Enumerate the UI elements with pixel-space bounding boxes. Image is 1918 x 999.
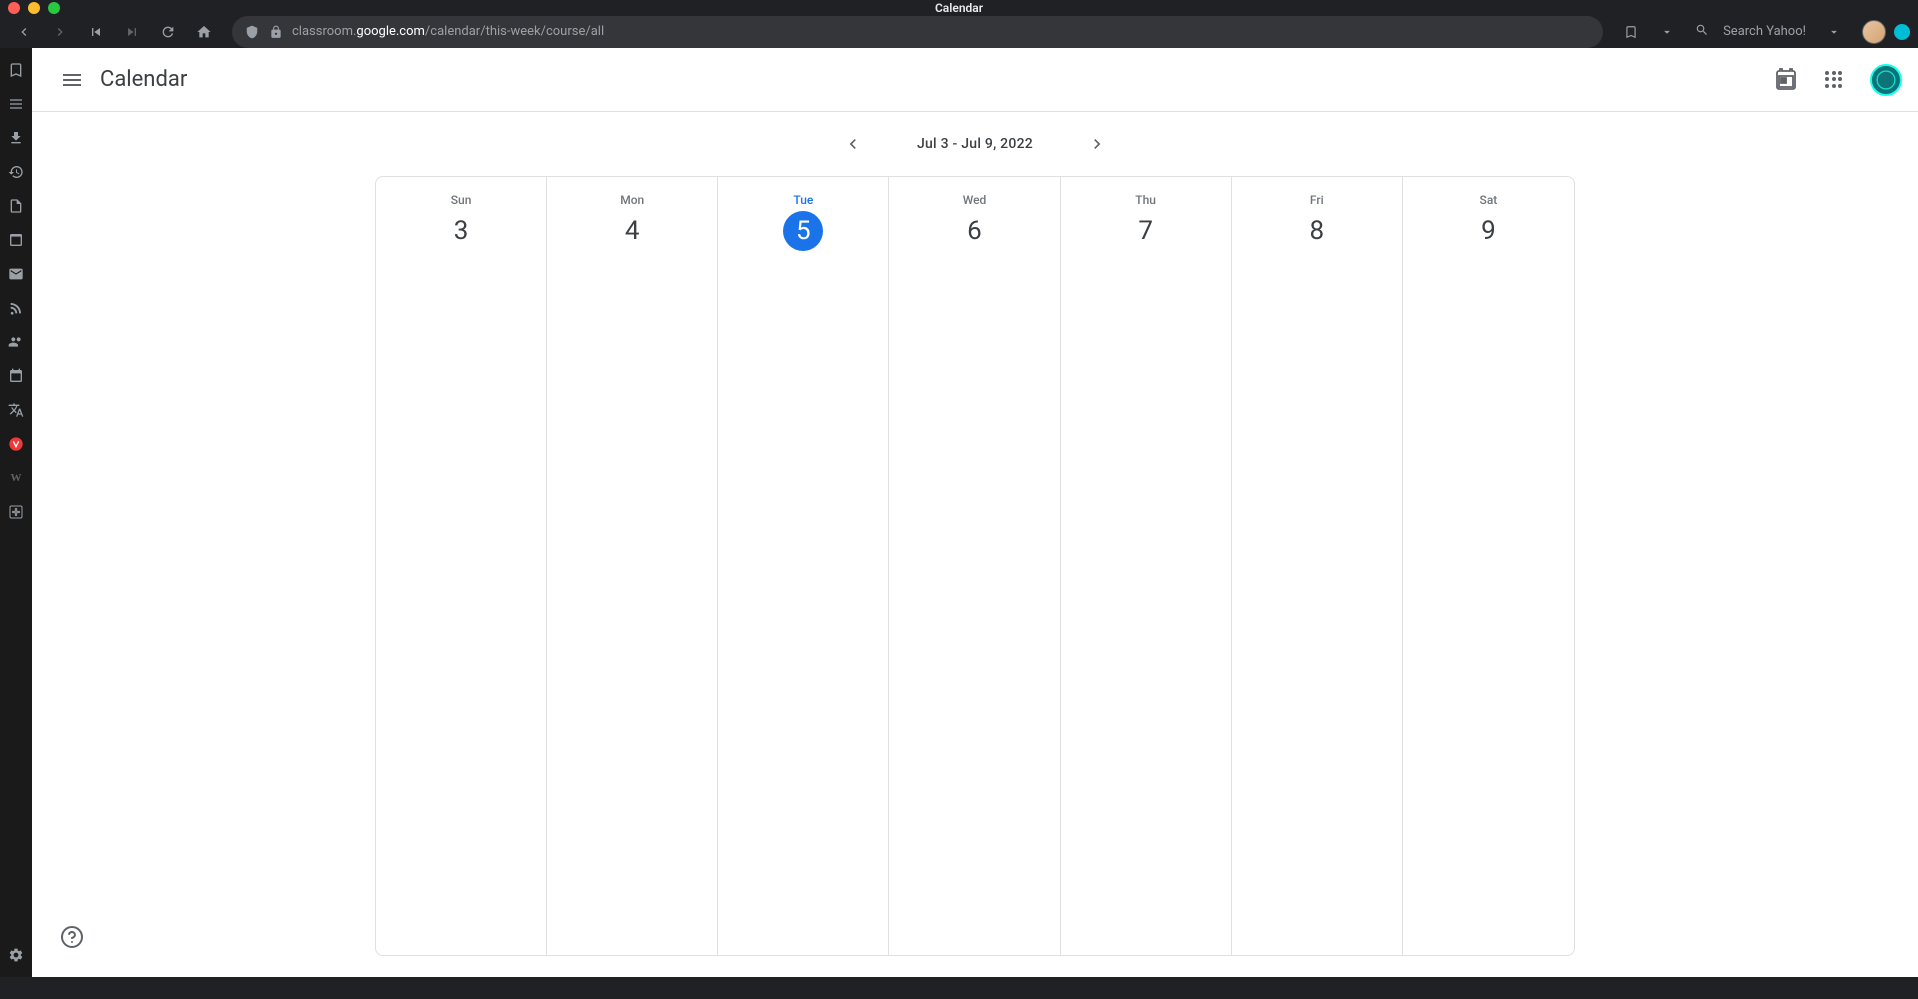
- search-icon: [1695, 22, 1709, 41]
- day-number: 4: [612, 211, 652, 251]
- day-number: 5: [783, 211, 823, 251]
- open-google-calendar-button[interactable]: [1766, 60, 1806, 100]
- fast-forward-button[interactable]: [116, 16, 148, 48]
- day-name: Wed: [963, 193, 987, 207]
- translate-panel-icon[interactable]: [6, 400, 26, 420]
- reload-button[interactable]: [152, 16, 184, 48]
- previous-week-button[interactable]: [837, 128, 869, 160]
- day-name: Thu: [1135, 193, 1156, 207]
- notes-panel-icon[interactable]: [6, 196, 26, 216]
- bookmark-button[interactable]: [1615, 16, 1647, 48]
- day-name: Sat: [1480, 193, 1498, 207]
- day-number: 9: [1468, 211, 1508, 251]
- url-text: classroom.google.com/calendar/this-week/…: [292, 24, 1591, 39]
- date-range-label: Jul 3 - Jul 9, 2022: [917, 136, 1033, 152]
- day-name: Mon: [620, 193, 644, 207]
- back-button[interactable]: [8, 16, 40, 48]
- calendar-column[interactable]: Wed 6: [889, 177, 1060, 955]
- date-navigation: Jul 3 - Jul 9, 2022: [32, 112, 1918, 176]
- day-number: 3: [441, 211, 481, 251]
- day-name: Fri: [1310, 193, 1324, 207]
- search-engine-dropdown[interactable]: [1818, 16, 1850, 48]
- rewind-button[interactable]: [80, 16, 112, 48]
- calendar-column[interactable]: Sat 9: [1403, 177, 1574, 955]
- toolbar-extension-icon[interactable]: [1894, 24, 1910, 40]
- calendar-grid: Sun 3 Mon 4 Tue 5 Wed 6 Thu 7 Fri 8 Sat 9: [375, 176, 1575, 956]
- google-apps-button[interactable]: [1814, 60, 1854, 100]
- app-header: Calendar: [32, 48, 1918, 112]
- day-name: Tue: [793, 193, 813, 207]
- calendar-column[interactable]: Fri 8: [1232, 177, 1403, 955]
- settings-panel-icon[interactable]: [6, 945, 26, 965]
- calendar-column[interactable]: Tue 5: [718, 177, 889, 955]
- browser-side-panel: W: [0, 48, 32, 977]
- bookmarks-panel-icon[interactable]: [6, 60, 26, 80]
- contacts-panel-icon[interactable]: [6, 332, 26, 352]
- url-bar[interactable]: classroom.google.com/calendar/this-week/…: [232, 16, 1603, 48]
- window-controls: [8, 2, 60, 14]
- next-week-button[interactable]: [1081, 128, 1113, 160]
- search-placeholder: Search Yahoo!: [1723, 24, 1806, 39]
- minimize-window-button[interactable]: [28, 2, 40, 14]
- reading-list-icon[interactable]: [6, 94, 26, 114]
- wikipedia-panel-icon[interactable]: W: [6, 468, 26, 488]
- app-title: Calendar: [100, 67, 187, 92]
- bookmark-dropdown[interactable]: [1651, 16, 1683, 48]
- calendar-column[interactable]: Mon 4: [547, 177, 718, 955]
- profile-avatar-toolbar[interactable]: [1862, 20, 1886, 44]
- calendar-column[interactable]: Sun 3: [376, 177, 547, 955]
- calendar-column[interactable]: Thu 7: [1061, 177, 1232, 955]
- day-number: 6: [954, 211, 994, 251]
- home-button[interactable]: [188, 16, 220, 48]
- history-panel-icon[interactable]: [6, 162, 26, 182]
- downloads-panel-icon[interactable]: [6, 128, 26, 148]
- maximize-window-button[interactable]: [48, 2, 60, 14]
- account-avatar[interactable]: [1870, 64, 1902, 96]
- shield-icon: [244, 24, 260, 40]
- vivaldi-panel-icon[interactable]: [6, 434, 26, 454]
- day-number: 7: [1126, 211, 1166, 251]
- menu-button[interactable]: [48, 56, 96, 104]
- browser-toolbar: classroom.google.com/calendar/this-week/…: [0, 15, 1918, 48]
- close-window-button[interactable]: [8, 2, 20, 14]
- help-button[interactable]: [52, 917, 92, 957]
- add-panel-icon[interactable]: [6, 502, 26, 522]
- day-name: Sun: [451, 193, 472, 207]
- titlebar: Calendar: [0, 0, 1918, 15]
- lock-icon: [268, 24, 284, 40]
- calendar-panel-icon[interactable]: [6, 366, 26, 386]
- search-area[interactable]: Search Yahoo!: [1687, 22, 1814, 41]
- feeds-panel-icon[interactable]: [6, 298, 26, 318]
- app-content: Calendar Jul 3 - Jul 9, 2022 Sun3Mon4Tu: [32, 48, 1918, 977]
- forward-button[interactable]: [44, 16, 76, 48]
- browser-chrome: Calendar classroom.google.: [0, 0, 1918, 48]
- tab-title: Calendar: [935, 1, 983, 15]
- mail-panel-icon[interactable]: [6, 264, 26, 284]
- day-number: 8: [1297, 211, 1337, 251]
- window-panel-icon[interactable]: [6, 230, 26, 250]
